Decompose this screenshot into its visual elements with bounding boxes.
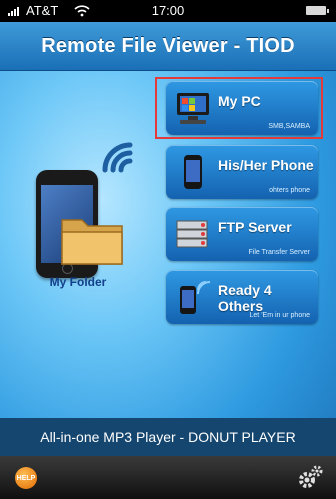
title-bar: Remote File Viewer - TIOD (0, 22, 336, 71)
ftp-server-label: FTP Server (218, 219, 292, 235)
selection-highlight (155, 77, 323, 139)
mp3-player-banner[interactable]: All-in-one MP3 Player - DONUT PLAYER (0, 418, 336, 456)
ready-4-others-label: Ready 4 Others (218, 282, 272, 314)
server-icon (176, 220, 208, 248)
battery-icon (306, 6, 329, 15)
phone-waves-icon (180, 281, 211, 314)
his-her-phone-subtitle: ohters phone (269, 187, 310, 194)
clock: 17:00 (151, 3, 185, 18)
settings-gear-icon[interactable] (296, 463, 324, 491)
ftp-server-subtitle: File Transfer Server (248, 249, 310, 256)
app-screen: AT&T 17:00 Remote File Viewer - TIOD My … (0, 0, 336, 499)
ready-4-others-button[interactable]: Ready 4 Others Let 'Em in ur phone (166, 270, 318, 324)
app-title: Remote File Viewer - TIOD (41, 35, 295, 57)
wireless-waves-icon (102, 142, 133, 173)
my-folder-label: My Folder (49, 275, 107, 289)
folder-icon (61, 219, 123, 265)
help-icon-label: HELP (16, 474, 36, 482)
bottom-toolbar: HELP (0, 456, 336, 499)
his-her-phone-label: His/Her Phone (218, 157, 314, 173)
phone-icon (184, 155, 202, 189)
his-her-phone-button[interactable]: His/Her Phone ohters phone (166, 145, 318, 199)
ftp-server-button[interactable]: FTP Server File Transfer Server (166, 207, 318, 261)
mp3-player-text: All-in-one MP3 Player - DONUT PLAYER (40, 429, 296, 445)
ready-4-others-subtitle: Let 'Em in ur phone (249, 312, 310, 319)
help-button[interactable]: HELP (15, 467, 37, 489)
status-bar: AT&T 17:00 (0, 0, 336, 22)
